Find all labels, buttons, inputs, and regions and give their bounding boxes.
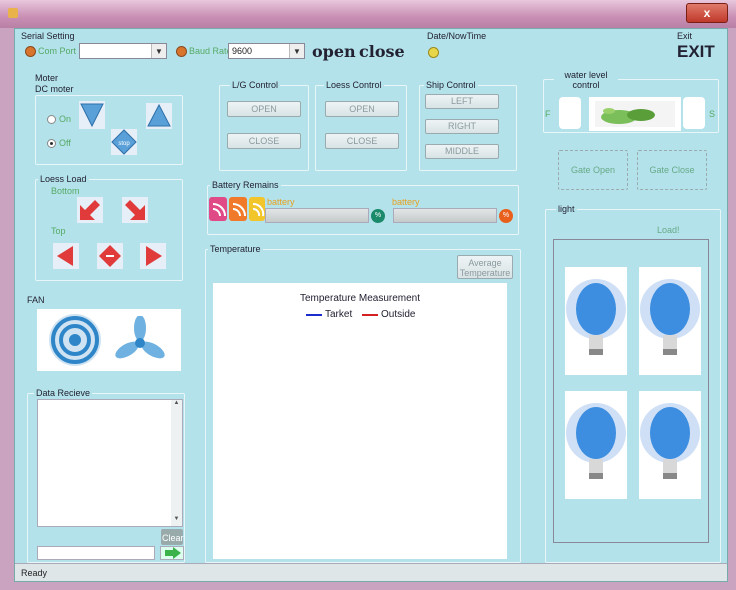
motor-stop-button[interactable]: stop	[111, 129, 137, 155]
light-bulb-3-icon[interactable]	[565, 391, 627, 499]
baud-rate-label: Baud Rate	[189, 46, 232, 56]
load-bottom-down-icon[interactable]	[122, 197, 148, 223]
legend-outside-label: Outside	[381, 309, 416, 320]
data-receive-title: Data Recieve	[34, 388, 93, 398]
chevron-down-icon[interactable]: ▼	[151, 44, 166, 58]
close-port-button[interactable]: close	[359, 42, 405, 61]
top-label: Top	[51, 226, 66, 236]
motor-off-radio[interactable]	[47, 139, 56, 148]
battery1-percent-icon: %	[371, 209, 385, 223]
datetime-led-icon	[428, 47, 439, 58]
baud-rate-led-icon	[176, 46, 187, 57]
load-label: Load!	[657, 225, 680, 235]
main-form: Serial Setting Com Port ▼ Baud Rate 9600…	[14, 28, 728, 582]
bottom-label: Bottom	[51, 186, 80, 196]
status-bar: Ready	[15, 563, 727, 581]
com-port-led-icon	[25, 46, 36, 57]
com-port-label: Com Port	[38, 46, 77, 56]
battery1-progress	[265, 208, 369, 223]
loess-close-button[interactable]: CLOSE	[325, 133, 399, 149]
send-input[interactable]	[37, 546, 155, 560]
chevron-down-icon[interactable]: ▼	[289, 44, 304, 58]
app-icon	[8, 8, 18, 18]
battery2-progress	[393, 208, 497, 223]
temperature-chart-title: Temperature Measurement	[299, 293, 421, 304]
load-center-icon[interactable]	[97, 243, 123, 269]
light-bulb-1-icon[interactable]	[565, 267, 627, 375]
water-s-indicator	[683, 97, 705, 129]
temperature-chart-area: Temperature Measurement Tarket Outside	[213, 283, 507, 559]
lg-control-group: L/G Control	[219, 80, 309, 171]
water-f-indicator	[559, 97, 581, 129]
title-bar: x	[0, 0, 736, 28]
legend-outside-swatch	[362, 314, 378, 316]
baud-rate-select[interactable]: 9600 ▼	[228, 43, 305, 59]
legend-target-swatch	[306, 314, 322, 316]
open-port-button[interactable]: open	[312, 42, 356, 61]
loess-control-title: Loess Control	[324, 80, 384, 90]
water-f-label: F	[545, 109, 551, 119]
send-arrow-icon[interactable]	[160, 546, 184, 560]
data-receive-scrollbar[interactable]: ▲ ▼	[171, 400, 182, 526]
legend-target-label: Tarket	[325, 309, 353, 320]
loess-open-button[interactable]: OPEN	[325, 101, 399, 117]
fan-spiral-icon[interactable]	[47, 312, 103, 370]
average-temperature-button[interactable]: Average Temperature	[457, 255, 513, 279]
motor-on-label: On	[59, 114, 72, 124]
data-receive-textbox[interactable]	[37, 399, 183, 527]
clear-button[interactable]: Clear	[161, 529, 184, 545]
water-s-label: S	[709, 109, 716, 119]
temperature-title: Temperature	[208, 244, 263, 254]
battery-rss-icons	[209, 195, 269, 227]
ship-control-title: Ship Control	[424, 80, 478, 90]
motor-title: Moter	[35, 73, 59, 83]
exit-group-title: Exit	[677, 31, 693, 41]
exit-button[interactable]: EXIT	[677, 42, 715, 62]
lg-close-button[interactable]: CLOSE	[227, 133, 301, 149]
motor-up-icon[interactable]	[146, 103, 172, 129]
scroll-up-icon[interactable]: ▲	[171, 400, 182, 410]
ship-left-button[interactable]: LEFT	[425, 94, 499, 109]
load-bottom-up-icon[interactable]	[77, 197, 103, 223]
ship-middle-button[interactable]: MIDDLE	[425, 144, 499, 159]
window-close-button[interactable]: x	[686, 3, 728, 23]
gate-close-button[interactable]: Gate Close	[637, 150, 707, 190]
com-port-select[interactable]: ▼	[79, 43, 167, 59]
gate-open-button[interactable]: Gate Open	[558, 150, 628, 190]
date-now-time-title: Date/NowTime	[427, 31, 487, 41]
battery2-label: battery	[392, 197, 420, 207]
fan-blade-icon[interactable]	[113, 315, 167, 368]
battery-title: Battery Remains	[210, 180, 281, 190]
water-level-image	[589, 97, 681, 131]
load-right-icon[interactable]	[140, 243, 166, 269]
serial-setting-title: Serial Setting	[21, 31, 75, 41]
battery2-percent-icon: %	[499, 209, 513, 223]
load-left-icon[interactable]	[53, 243, 79, 269]
water-level-title: water level control	[554, 70, 618, 90]
scroll-down-icon[interactable]: ▼	[171, 516, 182, 526]
battery1-label: battery	[267, 197, 295, 207]
motor-down-icon[interactable]	[79, 101, 105, 129]
motor-off-label: Off	[59, 138, 71, 148]
light-bulb-4-icon[interactable]	[639, 391, 701, 499]
status-text: Ready	[21, 568, 48, 578]
light-title: light	[556, 204, 577, 214]
ship-right-button[interactable]: RIGHT	[425, 119, 499, 134]
motor-on-radio[interactable]	[47, 115, 56, 124]
lg-control-title: L/G Control	[230, 80, 281, 90]
loess-load-title: Loess Load	[38, 174, 89, 184]
dc-motor-title: DC moter	[35, 84, 74, 94]
fan-title: FAN	[27, 295, 45, 305]
light-bulb-2-icon[interactable]	[639, 267, 701, 375]
stop-label: stop	[118, 141, 130, 147]
loess-control-group: Loess Control	[315, 80, 407, 171]
lg-open-button[interactable]: OPEN	[227, 101, 301, 117]
